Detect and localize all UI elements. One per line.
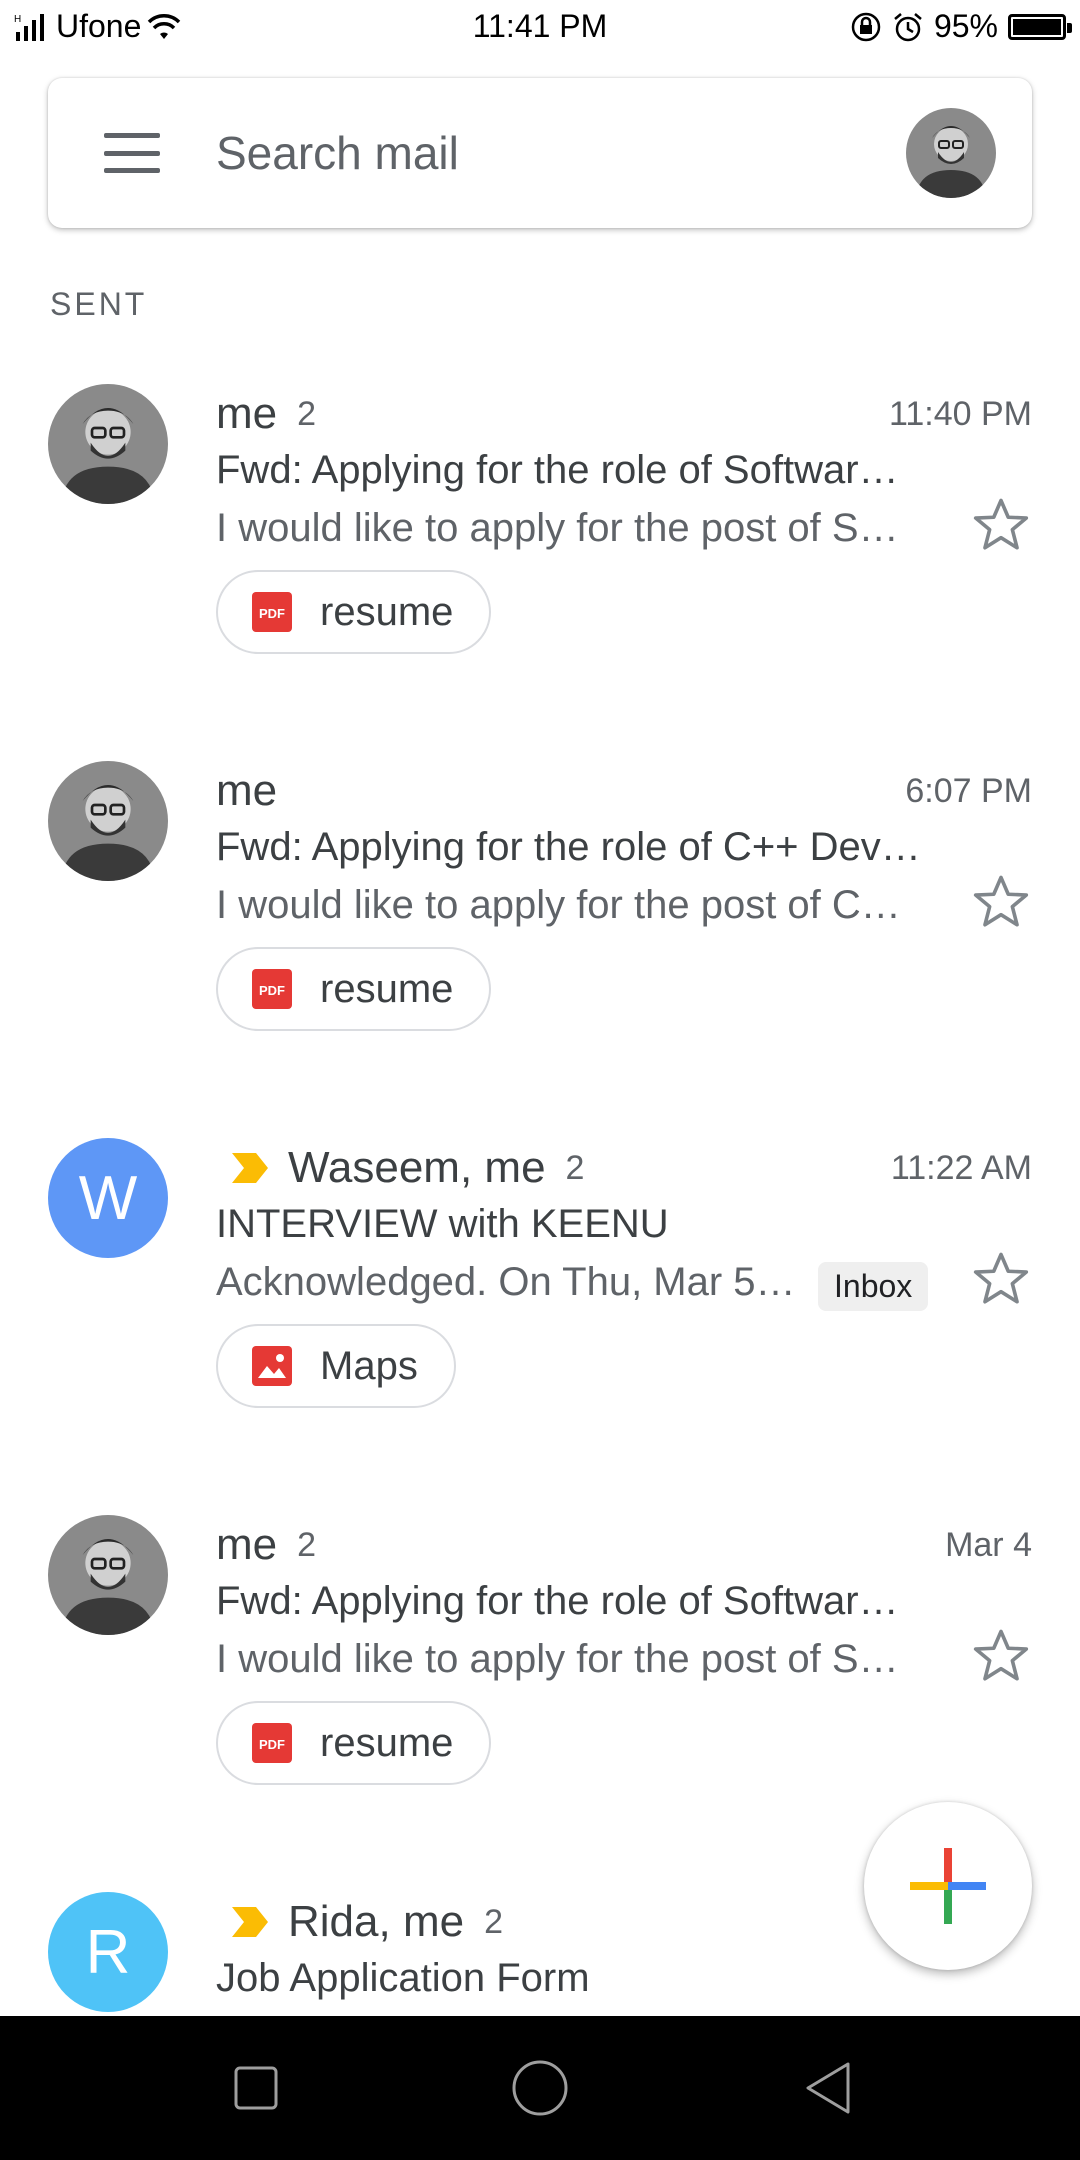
status-right: 95%: [850, 8, 1072, 45]
compose-button[interactable]: [864, 1802, 1032, 1970]
battery-icon: [1008, 13, 1072, 40]
email-time: 11:22 AM: [890, 1148, 1032, 1187]
section-title: SENT: [50, 286, 148, 322]
email-time: 6:07 PM: [905, 771, 1032, 810]
importance-marker-icon[interactable]: [230, 1151, 270, 1185]
compose-plus-icon: [910, 1848, 986, 1924]
sender-row: Waseem, me 2 11:22 AM: [216, 1138, 1032, 1198]
sender-avatar[interactable]: W: [48, 1138, 168, 1258]
star-icon[interactable]: [970, 1248, 1032, 1310]
pdf-icon: PDF: [252, 592, 292, 632]
email-subject: Fwd: Applying for the role of Softwar…: [216, 1579, 899, 1623]
email-time: Mar 4: [945, 1525, 1032, 1564]
sender-name: Waseem, me: [288, 1143, 546, 1192]
email-snippet: I would like to apply for the post of S…: [216, 506, 899, 550]
email-snippet: I would like to apply for the post of S…: [216, 1637, 899, 1681]
star-icon[interactable]: [970, 1625, 1032, 1687]
avatar-letter: W: [78, 1163, 138, 1233]
attachment-chip[interactable]: PDF resume: [216, 947, 492, 1031]
importance-marker-icon[interactable]: [230, 1905, 270, 1939]
pdf-badge-text: PDF: [259, 606, 285, 621]
pdf-badge-text: PDF: [259, 983, 285, 998]
sender-avatar[interactable]: [48, 384, 168, 504]
attachment-name: resume: [320, 589, 454, 634]
email-subject: Fwd: Applying for the role of Softwar…: [216, 448, 899, 492]
sender-row: me 2 Mar 4: [216, 1515, 1032, 1575]
menu-icon[interactable]: [104, 133, 160, 173]
email-snippet: Acknowledged. On Thu, Mar 5…: [216, 1260, 796, 1304]
thread-count: 2: [297, 394, 317, 433]
attachment-chip[interactable]: PDF resume: [216, 1701, 492, 1785]
star-icon[interactable]: [970, 871, 1032, 933]
search-bar[interactable]: Search mail: [48, 78, 1032, 228]
status-bar: H Ufone 11:41 PM 95%: [0, 0, 1080, 56]
email-subject: Job Application Form: [216, 1956, 590, 2000]
email-row[interactable]: W Waseem, me 2 11:22 AM INTERVIEW with K…: [0, 1138, 1080, 1518]
avatar-letter: R: [85, 1917, 131, 1987]
account-avatar[interactable]: [906, 108, 996, 198]
star-icon[interactable]: [970, 494, 1032, 556]
email-time: 11:40 PM: [888, 394, 1032, 433]
sender-avatar[interactable]: [48, 1515, 168, 1635]
navigation-bar: [0, 2016, 1080, 2160]
email-subject: INTERVIEW with KEENU: [216, 1202, 669, 1246]
email-row[interactable]: me 6:07 PM Fwd: Applying for the role of…: [0, 761, 1080, 1141]
sender-avatar[interactable]: [48, 761, 168, 881]
image-icon: [252, 1346, 292, 1386]
thread-count: 2: [484, 1902, 503, 1941]
email-subject: Fwd: Applying for the role of C++ Dev…: [216, 825, 921, 869]
recents-icon[interactable]: [224, 2056, 288, 2120]
attachment-name: resume: [320, 1720, 454, 1765]
attachment-chip[interactable]: PDF resume: [216, 570, 492, 654]
sender-name: me: [216, 766, 278, 815]
sender-name: me: [216, 1520, 278, 1569]
back-icon[interactable]: [796, 2056, 860, 2120]
pdf-badge-text: PDF: [259, 1737, 285, 1752]
thread-count: 2: [565, 1148, 585, 1187]
email-row[interactable]: me 2 11:40 PM Fwd: Applying for the role…: [0, 384, 1080, 764]
rotation-lock-icon: [851, 12, 881, 41]
alarm-icon: [894, 12, 922, 41]
pdf-icon: PDF: [252, 969, 292, 1009]
label-badge: Inbox: [818, 1262, 929, 1311]
sender-name: Rida, me: [288, 1897, 465, 1946]
battery-percent: 95%: [933, 8, 998, 44]
home-icon[interactable]: [508, 2056, 572, 2120]
thread-count: 2: [297, 1525, 317, 1564]
sender-row: me 2 11:40 PM: [216, 384, 1032, 444]
sender-row: me 6:07 PM: [216, 761, 1032, 821]
pdf-icon: PDF: [252, 1723, 292, 1763]
attachment-name: resume: [320, 966, 454, 1011]
email-snippet: I would like to apply for the post of C…: [216, 883, 901, 927]
sender-avatar[interactable]: R: [48, 1892, 168, 2012]
sender-name: me: [216, 389, 278, 438]
search-input[interactable]: Search mail: [216, 126, 459, 180]
attachment-name: Maps: [320, 1343, 418, 1388]
attachment-chip[interactable]: Maps: [216, 1324, 456, 1408]
